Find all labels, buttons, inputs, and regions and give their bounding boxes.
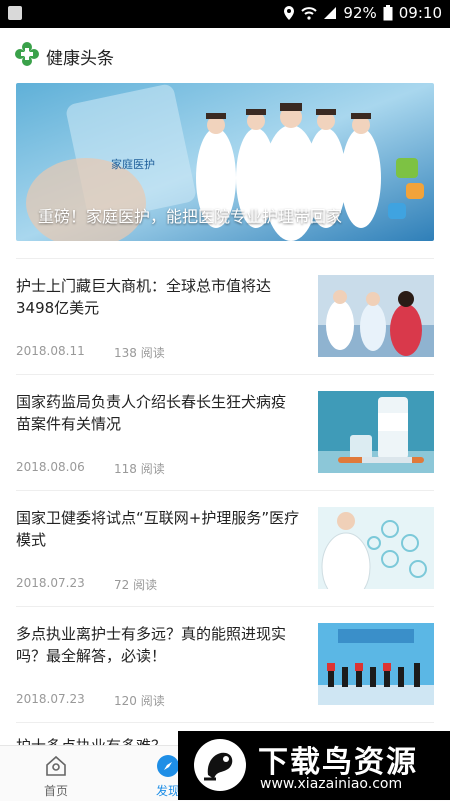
article-title: 国家药监局负责人介绍长春长生狂犬病疫苗案件有关情况 (16, 393, 287, 433)
article-read-count: 118 阅读 (114, 462, 165, 476)
watermark-url: www.xiazainiao.com (260, 776, 403, 792)
bird-logo-icon (204, 752, 233, 781)
article-item[interactable]: 国家药监局负责人介绍长春长生狂犬病疫苗案件有关情况 2018.08.06 118… (16, 391, 434, 501)
article-thumbnail (318, 275, 434, 357)
home-icon (46, 755, 66, 776)
article-read-count: 138 阅读 (114, 346, 165, 360)
banner-image-text: 家庭医护 (111, 157, 155, 171)
battery-icon (383, 5, 393, 21)
divider (16, 490, 434, 491)
article-title: 护士上门藏巨大商机：全球总市值将达3498亿美元 (16, 277, 272, 317)
banner-caption: 重磅！家庭医护，能把医院专业护理带回家 (38, 207, 343, 226)
article-title: 国家卫健委将试点“互联网+护理服务”医疗模式 (16, 509, 300, 549)
tab-home[interactable]: 首页 (16, 746, 96, 801)
watermark-logo (194, 739, 246, 791)
wifi-icon (301, 7, 318, 20)
divider (16, 722, 434, 723)
divider (16, 258, 434, 259)
article-thumbnail (318, 391, 434, 473)
banner-card[interactable]: 家庭医护 重磅！家庭医护，能把医院专业护理带回家 (16, 83, 434, 241)
article-thumbnail (318, 623, 434, 705)
location-icon (284, 6, 295, 20)
tab-home-label: 首页 (43, 784, 68, 798)
page-title: 健康头条 (46, 49, 114, 69)
notification-icon (8, 6, 22, 20)
app-header: 健康头条 (0, 28, 450, 82)
divider (16, 374, 434, 375)
article-item[interactable]: 国家卫健委将试点“互联网+护理服务”医疗模式 2018.07.23 72 阅读 (16, 507, 434, 617)
article-date: 2018.07.23 (16, 692, 85, 706)
cross-clover-logo (15, 42, 39, 66)
signal-icon (324, 7, 337, 19)
article-item[interactable]: 多点执业离护士有多远？真的能照进现实吗？最全解答，必读！ 2018.07.23 … (16, 623, 434, 733)
article-title: 多点执业离护士有多远？真的能照进现实吗？最全解答，必读！ (16, 625, 287, 665)
article-item[interactable]: 护士上门藏巨大商机：全球总市值将达3498亿美元 2018.08.11 138 … (16, 275, 434, 385)
divider (16, 606, 434, 607)
status-icons: 92% 09:10 (283, 4, 442, 22)
article-date: 2018.07.23 (16, 576, 85, 590)
watermark-banner: 下载鸟资源 www.xiazainiao.com (178, 731, 450, 800)
clock: 09:10 (398, 4, 442, 22)
article-read-count: 72 阅读 (114, 578, 158, 592)
battery-percent: 92% (343, 4, 377, 22)
status-bar: 92% 09:10 (0, 0, 450, 28)
article-thumbnail (318, 507, 434, 589)
article-read-count: 120 阅读 (114, 694, 165, 708)
watermark-title: 下载鸟资源 (258, 745, 418, 780)
article-date: 2018.08.11 (16, 344, 85, 358)
article-date: 2018.08.06 (16, 460, 85, 474)
compass-icon (157, 755, 179, 777)
